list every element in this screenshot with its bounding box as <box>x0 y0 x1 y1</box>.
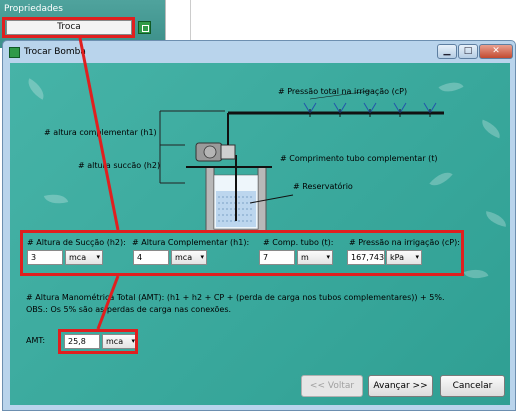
highlight-connector-lines <box>78 37 120 330</box>
